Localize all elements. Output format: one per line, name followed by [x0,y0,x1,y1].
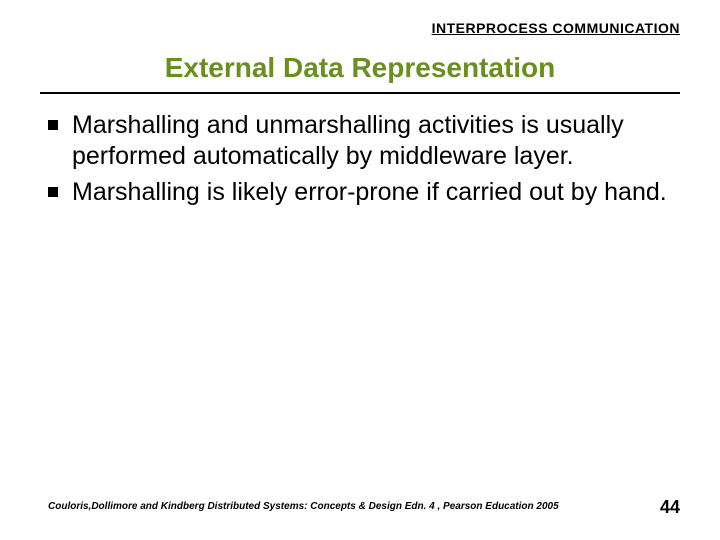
square-bullet-icon [48,187,58,197]
list-item: Marshalling is likely error-prone if car… [48,177,672,208]
list-item: Marshalling and unmarshalling activities… [48,110,672,173]
square-bullet-icon [48,120,58,130]
page-number: 44 [660,497,680,518]
bullet-text: Marshalling is likely error-prone if car… [72,177,667,208]
slide-title: External Data Representation [0,52,720,84]
footer-citation: Couloris,Dollimore and Kindberg Distribu… [48,501,559,512]
bullet-text: Marshalling and unmarshalling activities… [72,110,672,173]
title-underline [40,92,680,94]
slide: INTERPROCESS COMMUNICATION External Data… [0,0,720,540]
chapter-header: INTERPROCESS COMMUNICATION [432,20,680,36]
content-area: Marshalling and unmarshalling activities… [48,110,672,212]
